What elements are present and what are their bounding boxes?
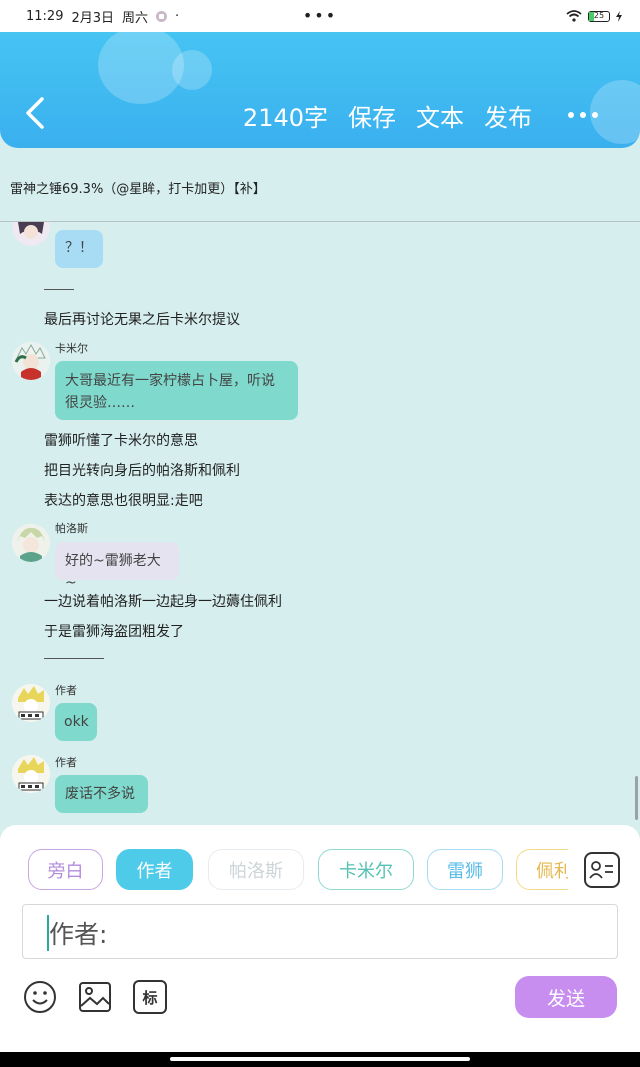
scrollbar[interactable]	[635, 776, 638, 820]
role-chip-leishi[interactable]: 雷狮	[427, 849, 503, 890]
home-indicator[interactable]	[170, 1057, 470, 1061]
battery-level: 25	[593, 10, 605, 20]
editor-header: 2140字 保存 文本 发布	[0, 32, 640, 148]
message-bubble[interactable]: 废话不多说	[55, 775, 148, 813]
text-button[interactable]: 文本	[416, 98, 464, 133]
tag-button[interactable]: 标	[133, 980, 167, 1014]
wifi-icon	[566, 10, 582, 22]
narration-text[interactable]: 把目光转向身后的帕洛斯和佩利	[44, 460, 240, 480]
avatar[interactable]	[12, 755, 50, 793]
sender-name: 作者	[55, 684, 77, 697]
status-weekday: 周六	[122, 10, 149, 26]
back-arrow-icon[interactable]	[22, 96, 48, 130]
role-chip-kamier[interactable]: 卡米尔	[318, 849, 414, 890]
role-chip-narrator[interactable]: 旁白	[28, 849, 103, 890]
message-bubble[interactable]: 大哥最近有一家柠檬占卜屋，听说 很灵验……	[55, 361, 298, 420]
narration-text[interactable]: 最后再讨论无果之后卡米尔提议	[44, 309, 240, 329]
avatar[interactable]	[12, 222, 50, 246]
narration-text[interactable]: 一边说着帕洛斯一边起身一边薅住佩利	[44, 591, 282, 611]
avatar[interactable]	[12, 684, 50, 722]
message-line: 大哥最近有一家柠檬占卜屋，听说	[65, 373, 275, 389]
chat-area: ？！ 最后再讨论无果之后卡米尔提议 卡米尔 大哥最近有一家柠檬占卜屋，听说 很灵…	[0, 222, 640, 826]
sender-name: 作者	[55, 756, 77, 769]
system-nav-bar	[0, 1052, 640, 1067]
message-line: 很灵验……	[65, 395, 135, 411]
image-icon[interactable]	[78, 980, 112, 1014]
narration-text[interactable]: 于是雷狮海盗团粗发了	[44, 621, 184, 641]
chapter-title: 雷神之锤69.3%（@星眸，打卡加更）【补】	[0, 148, 640, 222]
dot-icon: ·	[175, 8, 180, 24]
message-bubble[interactable]: okk	[55, 703, 97, 741]
message-bubble[interactable]: ？！	[55, 230, 103, 268]
role-chip-palos[interactable]: 帕洛斯	[208, 849, 304, 890]
status-bar: 11:29 2月3日 周六 · ••• 25	[0, 0, 640, 32]
message-input[interactable]: 作者:	[22, 904, 618, 959]
word-count: 2140字	[242, 104, 328, 132]
role-chip-author[interactable]: 作者	[116, 849, 193, 890]
role-manage-icon[interactable]	[584, 852, 620, 888]
narration-text[interactable]: 雷狮听懂了卡米尔的意思	[44, 430, 198, 450]
save-button[interactable]: 保存	[348, 98, 396, 133]
decor-bubble	[172, 50, 212, 90]
notification-icon	[156, 10, 168, 22]
role-selector: 旁白 作者 帕洛斯 卡米尔 雷狮 佩利	[28, 849, 568, 891]
emoji-icon[interactable]	[23, 980, 57, 1014]
publish-button[interactable]: 发布	[484, 98, 532, 133]
avatar[interactable]	[12, 524, 50, 562]
sender-name: 帕洛斯	[55, 522, 88, 535]
battery-icon: 25	[588, 10, 610, 22]
divider	[44, 658, 104, 659]
divider	[44, 289, 74, 290]
narration-text[interactable]: 表达的意思也很明显:走吧	[44, 490, 203, 510]
charging-icon	[616, 10, 622, 22]
text-caret	[47, 915, 49, 951]
input-speaker-prefix: 作者:	[49, 920, 108, 949]
status-date: 2月3日	[71, 10, 115, 26]
send-button[interactable]: 发送	[515, 976, 617, 1018]
role-chip-peili[interactable]: 佩利	[516, 849, 568, 890]
more-icon[interactable]	[568, 112, 598, 118]
status-time: 11:29	[26, 8, 64, 24]
message-bubble[interactable]: 好的~雷狮老大~	[55, 542, 179, 591]
sender-name: 卡米尔	[55, 342, 88, 355]
compose-panel: 旁白 作者 帕洛斯 卡米尔 雷狮 佩利 作者: 标 发送	[0, 825, 640, 1052]
avatar[interactable]	[12, 342, 50, 380]
